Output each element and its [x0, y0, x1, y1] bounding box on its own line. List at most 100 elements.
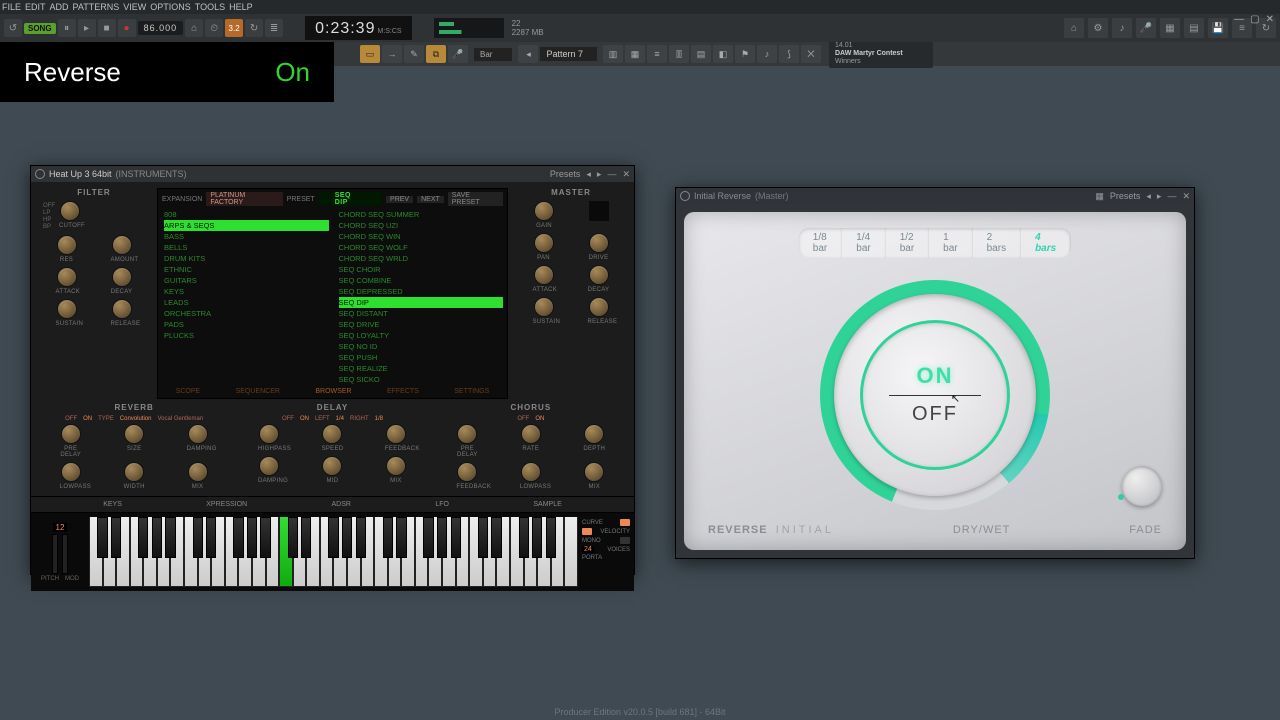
tool-brush-icon[interactable]: ✎ [404, 45, 424, 63]
lowpass-knob[interactable]: LOWPASS [520, 462, 542, 490]
feedback-knob[interactable]: FEEDBACK [456, 462, 478, 490]
minimize-icon[interactable]: — [1167, 191, 1176, 201]
preset-item[interactable]: SEQ PUSH [339, 352, 508, 363]
preset-name-display[interactable]: SEQ DIP [319, 192, 382, 206]
damping-knob[interactable]: DAMPING [187, 424, 209, 458]
preset-item[interactable]: SEQ REALIZE [339, 363, 508, 374]
filter-type-switch[interactable]: OFF LP HP BP [43, 203, 55, 231]
master-attack-knob[interactable]: ATTACK [533, 265, 555, 293]
bar-option[interactable]: 1/4 bar [842, 228, 885, 258]
pan-knob[interactable]: PAN [533, 233, 555, 261]
master-decay-knob[interactable]: DECAY [588, 265, 610, 293]
maximize-button[interactable]: ▢ [1250, 14, 1259, 25]
preset-item[interactable]: CHORD SEQ SUMMER [339, 209, 508, 220]
project-info[interactable]: 14.01 DAW Martyr ContestWinners [829, 40, 933, 68]
preset-item[interactable]: SEQ DRIVE [339, 319, 508, 330]
preset-item[interactable]: CHORD SEQ WOLF [339, 242, 508, 253]
gear-icon[interactable] [35, 169, 45, 179]
view-close-icon[interactable]: ⨉ [801, 45, 821, 63]
view-mixer-icon[interactable]: ⫿⫿ [669, 45, 689, 63]
preset-item[interactable]: CHORD SEQ WRLD [339, 253, 508, 264]
pre-delay-knob[interactable]: PRE DELAY [60, 424, 82, 458]
pre-delay-knob[interactable]: PRE DELAY [456, 424, 478, 458]
play-button[interactable]: ▸ [78, 19, 96, 37]
voices-value[interactable]: 24 [582, 546, 594, 553]
category-item[interactable]: PLUCKS [164, 330, 333, 341]
category-item[interactable]: BASS [164, 231, 333, 242]
filter-sustain-knob[interactable]: SUSTAIN [56, 299, 78, 327]
bench-range-value[interactable]: 12 [53, 523, 68, 532]
rate-knob[interactable]: RATE [520, 424, 542, 458]
preset-item[interactable]: CHORD SEQ WIN [339, 231, 508, 242]
time-signature-button[interactable]: 3.2 [225, 19, 243, 37]
undo-history-icon[interactable]: ↺ [4, 19, 22, 37]
category-item[interactable]: DRUM KITS [164, 253, 333, 264]
close-icon[interactable]: ✕ [622, 169, 630, 180]
gain-knob[interactable]: GAIN [533, 201, 555, 229]
tab-xpression[interactable]: XPRESSION [206, 501, 247, 508]
tab-effects[interactable]: EFFECTS [387, 388, 419, 395]
category-item[interactable]: LEADS [164, 297, 333, 308]
master-release-knob[interactable]: RELEASE [588, 297, 610, 325]
preset-item[interactable]: SEQ NO ID [339, 341, 508, 352]
preset-item[interactable]: SEQ DIP [339, 297, 504, 308]
loop-icon[interactable]: ↻ [245, 19, 263, 37]
mix-knob[interactable]: MIX [187, 462, 209, 490]
tab-adsr[interactable]: ADSR [332, 501, 351, 508]
category-item[interactable]: 808 [164, 209, 333, 220]
menu-options[interactable]: OPTIONS [150, 2, 191, 12]
presets-label[interactable]: Presets [550, 169, 581, 179]
tab-sequencer[interactable]: SEQUENCER [236, 388, 280, 395]
countdown-icon[interactable]: ⏲ [205, 19, 223, 37]
tool-draw-icon[interactable]: ▭ [360, 45, 380, 63]
heatup3-titlebar[interactable]: Heat Up 3 64bit (INSTRUMENTS) Presets ◂ … [31, 166, 634, 182]
view-channel-icon[interactable]: ◧ [713, 45, 733, 63]
cutoff-knob[interactable]: CUTOFF [59, 201, 81, 235]
preset-list[interactable]: CHORD SEQ SUMMERCHORD SEQ UZICHORD SEQ W… [333, 209, 508, 385]
close-button[interactable]: ✕ [1266, 14, 1274, 25]
tool-paint-icon[interactable]: → [382, 45, 402, 63]
tab-keys[interactable]: KEYS [103, 501, 122, 508]
drywet-knob[interactable]: ON OFF ↖ [820, 280, 1050, 510]
time-display[interactable]: 0:23:39M:S:CS [305, 16, 412, 40]
view-tempo-icon[interactable]: ♪ [757, 45, 777, 63]
presets-label[interactable]: Presets [1110, 191, 1141, 201]
category-item[interactable]: BELLS [164, 242, 333, 253]
piano-keyboard[interactable] [89, 517, 578, 587]
tab-sample[interactable]: SAMPLE [533, 501, 561, 508]
mod-wheel[interactable] [62, 534, 68, 574]
category-item[interactable]: ORCHESTRA [164, 308, 333, 319]
bar-option[interactable]: 1/2 bar [886, 228, 929, 258]
view-stepseq-icon[interactable]: ▦ [625, 45, 645, 63]
next-button[interactable]: NEXT [417, 196, 444, 203]
prev-button[interactable]: PREV [386, 196, 413, 203]
bar-option[interactable]: 4 bars [1021, 228, 1071, 258]
minimize-icon[interactable]: — [607, 169, 616, 179]
category-list[interactable]: 808ARPS & SEQSBASSBELLSDRUM KITSETHNICGU… [158, 209, 333, 385]
tab-settings[interactable]: SETTINGS [454, 388, 489, 395]
snap-select[interactable]: Bar [474, 48, 512, 61]
menu-view[interactable]: VIEW [123, 2, 146, 12]
category-item[interactable]: ETHNIC [164, 264, 333, 275]
bar-option[interactable]: 2 bars [973, 228, 1021, 258]
amount-knob[interactable]: AMOUNT [111, 235, 133, 263]
curve-led[interactable] [620, 519, 630, 526]
category-item[interactable]: KEYS [164, 286, 333, 297]
pattern-selector[interactable]: Pattern 7 [540, 47, 597, 61]
save-preset-button[interactable]: SAVE PRESET [448, 192, 503, 206]
preset-item[interactable]: SEQ DEPRESSED [339, 286, 508, 297]
pause-button[interactable]: ⏸ [58, 19, 76, 37]
category-item[interactable]: GUITARS [164, 275, 333, 286]
mid-knob[interactable]: MID [321, 456, 343, 484]
size-knob[interactable]: SIZE [123, 424, 145, 458]
stop-button[interactable]: ■ [98, 19, 116, 37]
gear-icon[interactable] [680, 191, 690, 201]
panel-icon-3[interactable]: ♪ [1112, 18, 1132, 38]
fade-knob[interactable] [1122, 466, 1162, 506]
menu-help[interactable]: HELP [229, 2, 253, 12]
preset-item[interactable]: CHORD SEQ UZI [339, 220, 508, 231]
highpass-knob[interactable]: HIGHPASS [258, 424, 280, 452]
damping-knob[interactable]: DAMPING [258, 456, 280, 484]
bar-option[interactable]: 1 bar [929, 228, 972, 258]
speed-knob[interactable]: SPEED [321, 424, 343, 452]
